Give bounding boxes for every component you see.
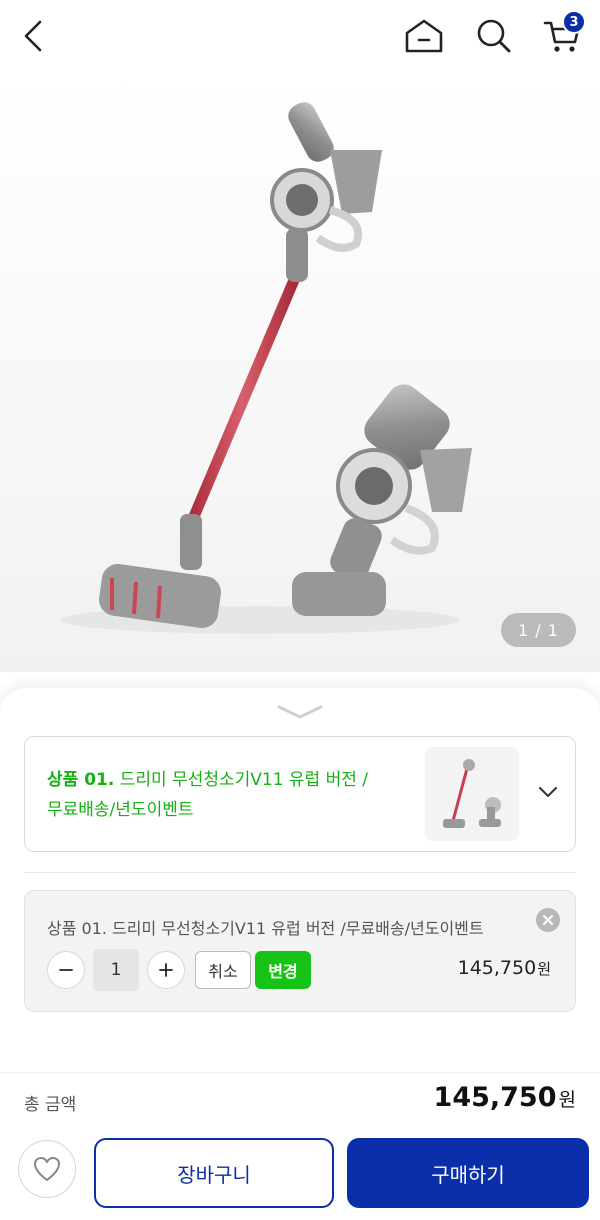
cart-count-badge: 3: [562, 10, 586, 34]
back-button[interactable]: [12, 14, 56, 58]
option-selector[interactable]: 상품 01. 드리미 무선청소기V11 유럽 버전 / 무료배송/년도이벤트: [24, 736, 576, 852]
option-name: 상품 01. 드리미 무선청소기V11 유럽 버전 / 무료배송/년도이벤트: [47, 765, 407, 825]
quantity-increase-button[interactable]: [147, 951, 185, 989]
price-value: 145,750: [457, 957, 537, 979]
back-arrow-icon: [24, 20, 42, 52]
chevron-down-icon: [277, 705, 323, 719]
option-prefix: 상품 01.: [47, 770, 115, 790]
search-button[interactable]: [472, 14, 516, 58]
change-button[interactable]: 변경: [255, 951, 311, 989]
selected-option-item: 상품 01. 드리미 무선청소기V11 유럽 버전 /무료배송/년도이벤트 1 …: [24, 890, 576, 1012]
quantity-decrease-button[interactable]: [47, 951, 85, 989]
home-icon: [405, 19, 443, 53]
close-icon: [543, 915, 553, 925]
total-price: 145,750 원: [434, 1082, 576, 1113]
currency-unit: 원: [558, 1089, 576, 1111]
option-expand-button[interactable]: [535, 779, 561, 805]
quantity-input[interactable]: 1: [93, 949, 139, 991]
collapse-sheet-handle[interactable]: [276, 702, 324, 722]
chevron-down-icon: [539, 787, 557, 797]
option-name-line2: 무료배송/년도이벤트: [47, 800, 194, 820]
wishlist-button[interactable]: [18, 1140, 76, 1198]
total-label: 총 금액: [24, 1095, 77, 1115]
vacuum-thumbnail-image: [443, 759, 501, 828]
selected-option-price: 145,750원: [458, 957, 551, 979]
currency-unit: 원: [537, 960, 551, 978]
option-bottom-sheet: 상품 01. 드리미 무선청소기V11 유럽 버전 / 무료배송/년도이벤트 상…: [0, 688, 600, 1220]
divider: [24, 872, 576, 873]
image-page-indicator: 1 / 1: [501, 613, 576, 647]
total-price-value: 145,750: [433, 1082, 557, 1113]
buy-now-button[interactable]: 구매하기: [347, 1138, 589, 1208]
minus-icon: [59, 969, 73, 971]
selected-option-name: 상품 01. 드리미 무선청소기V11 유럽 버전 /무료배송/년도이벤트: [47, 919, 484, 938]
divider: [0, 1072, 600, 1073]
top-bar: 3: [0, 0, 600, 72]
cart-button[interactable]: 3: [540, 10, 586, 58]
product-image-gallery[interactable]: [0, 72, 600, 672]
remove-option-button[interactable]: [536, 908, 560, 932]
plus-icon: [159, 963, 173, 977]
vacuum-product-image: [60, 102, 472, 634]
search-icon: [477, 19, 511, 53]
home-button[interactable]: [402, 14, 446, 58]
add-to-cart-button[interactable]: 장바구니: [94, 1138, 334, 1208]
cancel-button[interactable]: 취소: [195, 951, 251, 989]
heart-icon: [34, 1157, 60, 1181]
option-name-line1: 드리미 무선청소기V11 유럽 버전 /: [114, 770, 369, 790]
option-thumbnail: [425, 747, 519, 841]
